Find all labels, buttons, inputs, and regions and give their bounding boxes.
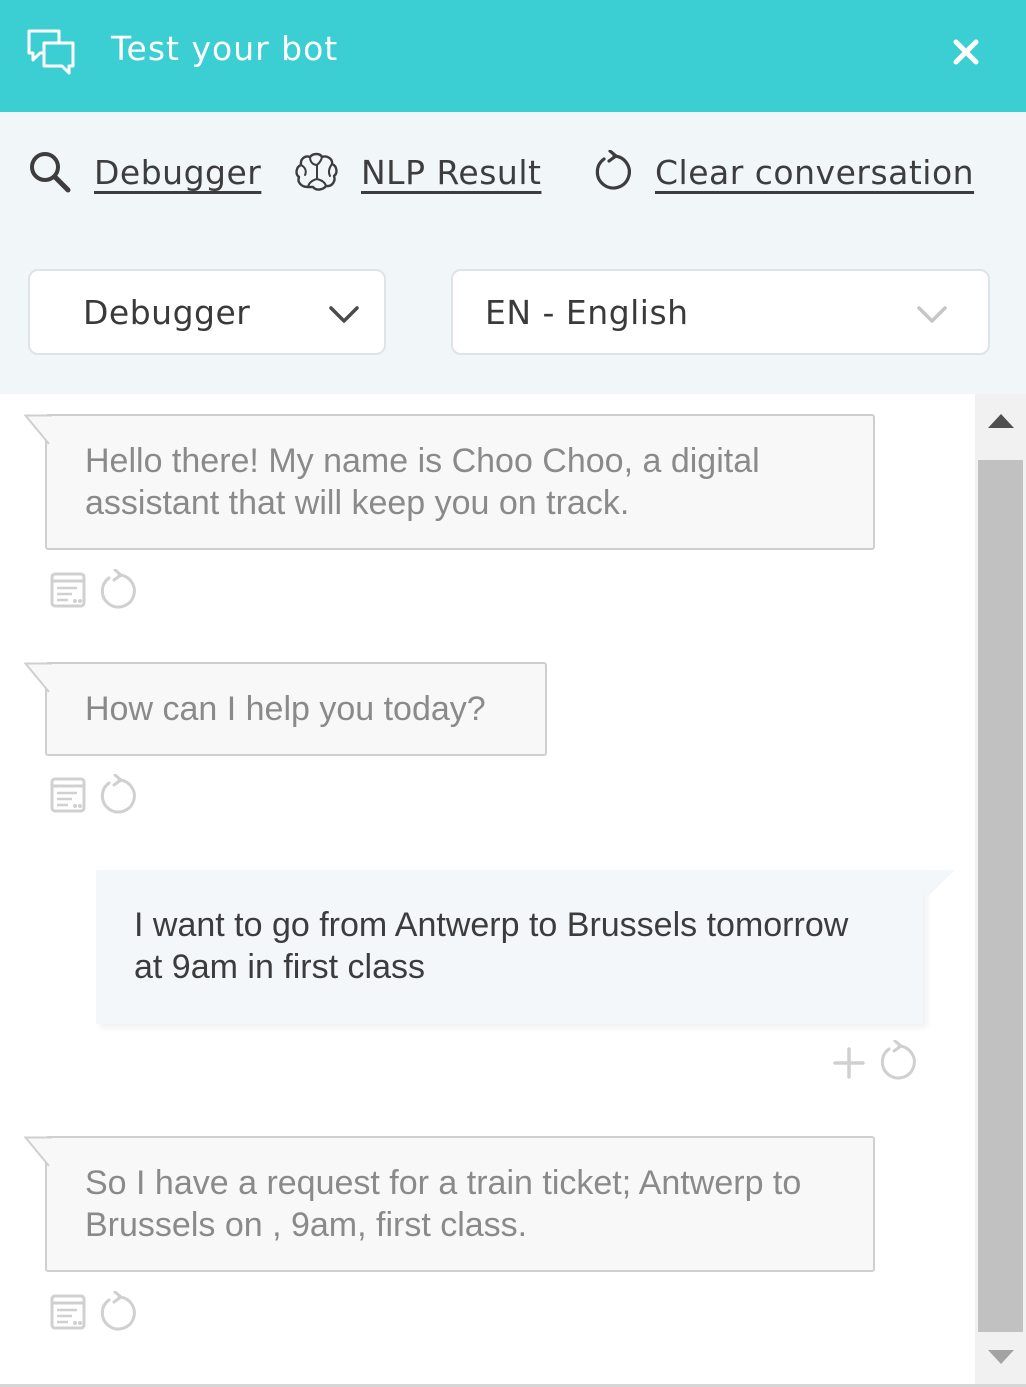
replay-icon[interactable]: [97, 1291, 137, 1333]
add-icon[interactable]: [833, 1047, 865, 1079]
bot-message-text: So I have a request for a train ticket; …: [85, 1164, 802, 1244]
conversation-area[interactable]: Hello there! My name is Choo Choo, a dig…: [0, 394, 975, 1384]
scrollbar-thumb[interactable]: [978, 460, 1023, 1332]
message-details-icon[interactable]: [50, 572, 86, 608]
clear-conversation-link-label: Clear conversation: [655, 152, 975, 192]
search-icon: [30, 152, 71, 193]
bubble-tail: [921, 870, 955, 899]
bubble-tail: [24, 662, 52, 693]
replay-icon[interactable]: [877, 1040, 917, 1082]
chevron-down-icon: [329, 306, 359, 323]
brain-icon: [295, 152, 338, 191]
clear-conversation-link[interactable]: Clear conversation: [590, 150, 974, 194]
debugger-link[interactable]: Debugger: [28, 150, 261, 194]
nlp-result-link-label: NLP Result: [361, 152, 542, 192]
replay-icon[interactable]: [97, 774, 137, 816]
bot-message: So I have a request for a train ticket; …: [24, 1136, 875, 1272]
debug-toolbar: Debugger NLP Result Clear conversation D…: [0, 112, 1026, 394]
bubble-tail: [24, 414, 52, 445]
debugger-link-label: Debugger: [94, 152, 262, 192]
bot-message: Hello there! My name is Choo Choo, a dig…: [24, 414, 875, 550]
language-select-value: EN - English: [485, 293, 689, 332]
scroll-up-arrow-icon[interactable]: [988, 414, 1014, 428]
close-icon[interactable]: [946, 32, 986, 72]
user-message-text: I want to go from Antwerp to Brussels to…: [134, 906, 849, 986]
user-message: I want to go from Antwerp to Brussels to…: [96, 870, 955, 1024]
bot-message-text: How can I help you today?: [85, 690, 486, 728]
replay-icon[interactable]: [97, 569, 137, 611]
language-select[interactable]: EN - English: [451, 269, 990, 355]
message-details-icon[interactable]: [50, 777, 86, 813]
mode-select[interactable]: Debugger: [28, 269, 386, 355]
message-details-icon[interactable]: [50, 1294, 86, 1330]
chevron-down-icon: [917, 306, 947, 323]
chat-bubbles-icon: [27, 29, 75, 75]
mode-select-value: Debugger: [83, 293, 251, 332]
refresh-icon: [595, 150, 631, 190]
bubble-tail: [24, 1136, 52, 1167]
bot-message: How can I help you today?: [24, 662, 547, 756]
bot-message-text: Hello there! My name is Choo Choo, a dig…: [85, 442, 760, 522]
scrollbar[interactable]: [975, 394, 1026, 1384]
header-bar: Test your bot: [0, 0, 1026, 112]
panel-title: Test your bot: [111, 29, 339, 68]
scroll-down-arrow-icon[interactable]: [988, 1350, 1014, 1364]
nlp-result-link[interactable]: NLP Result: [294, 150, 541, 194]
